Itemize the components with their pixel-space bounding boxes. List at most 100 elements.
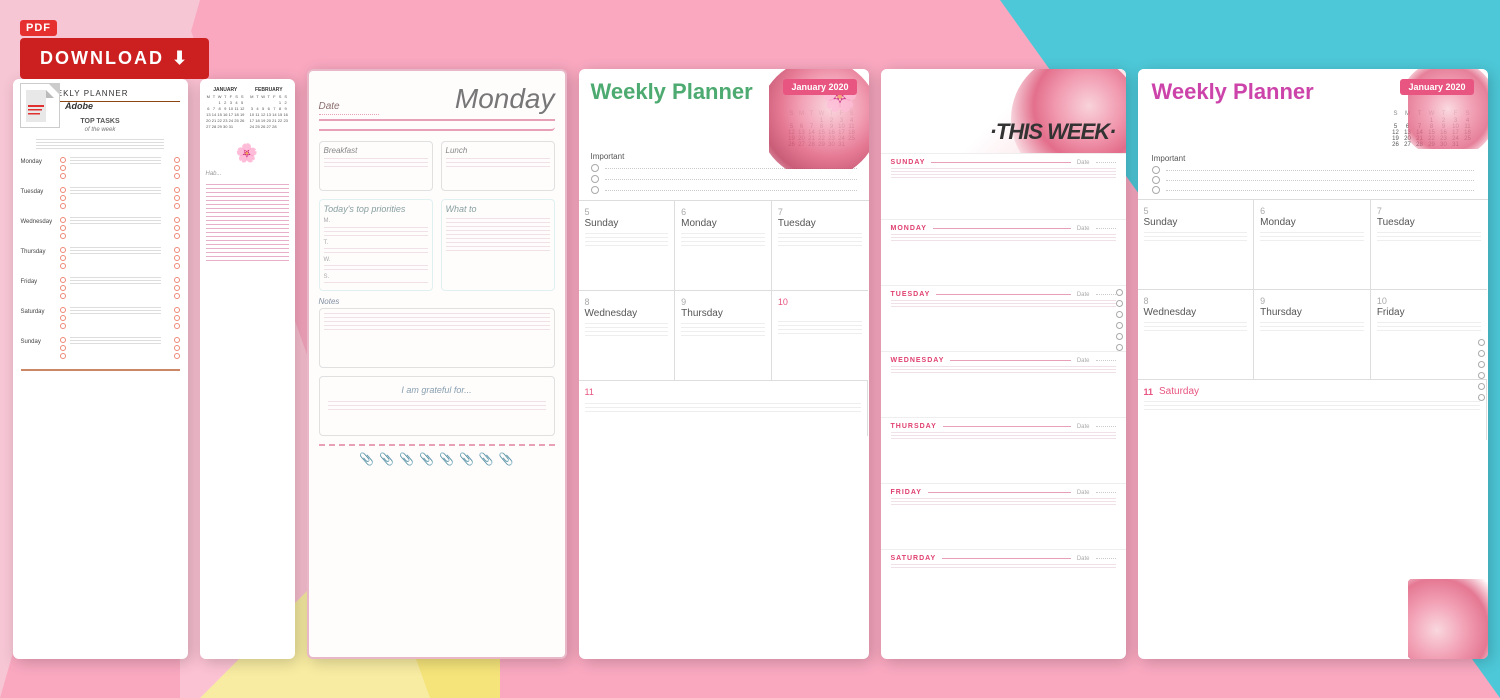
- doc1-thursday-label: Thursday: [21, 249, 56, 255]
- doc1-circle: [174, 165, 180, 171]
- doc1-line: [70, 223, 161, 224]
- doc1-thursday-row: Thursday: [21, 247, 180, 269]
- doc1-circle: [60, 255, 66, 261]
- doc3-meal-line: [446, 166, 550, 167]
- doc1-circle: [174, 293, 180, 299]
- doc3-meals: Breakfast Lunch: [319, 141, 555, 191]
- doc1-circle: [60, 157, 66, 163]
- doc1-tuesday-label: Tuesday: [21, 189, 56, 195]
- doc6-cell-thursday: 9 Thursday: [1254, 290, 1371, 380]
- doc3-notes-label: Notes: [319, 297, 555, 306]
- doc4-cell-8: 8 Wednesday: [579, 291, 676, 381]
- doc5-this-week-planner: ·THIS WEEK· SUNDAY Date MONDAY Date: [881, 69, 1126, 659]
- doc6-cell-tuesday: 7 Tuesday: [1371, 200, 1488, 290]
- doc1-line: [70, 217, 161, 218]
- doc4-cell-11: 11: [579, 381, 869, 436]
- doc1-line: [70, 310, 161, 311]
- pdf-download-section: PDF DOWNLOAD ⬇ Adobe: [20, 20, 209, 128]
- doc3-meal-line: [324, 166, 428, 167]
- doc1-circle: [60, 203, 66, 209]
- doc1-circle: [60, 315, 66, 321]
- doc1-circle: [60, 217, 66, 223]
- doc4-cell-10: 10: [772, 291, 869, 381]
- doc1-circle: [174, 285, 180, 291]
- doc1-circle: [60, 225, 66, 231]
- doc1-monday-row: Monday: [21, 157, 180, 179]
- doc1-line: [70, 157, 161, 158]
- doc1-line: [70, 313, 161, 314]
- doc3-meal-line: [446, 162, 550, 163]
- doc1-saturday-label: Saturday: [21, 309, 56, 315]
- doc1-wednesday-row: Wednesday: [21, 217, 180, 239]
- doc3-top-priorities-box: Today's top priorities M. T. W. S.: [319, 199, 433, 291]
- doc3-breakfast-label: Breakfast: [324, 146, 428, 155]
- doc1-circle: [60, 165, 66, 171]
- doc1-circle: [60, 353, 66, 359]
- doc1-line: [70, 340, 161, 341]
- doc6-important-section: Important: [1138, 151, 1488, 199]
- doc4-days-grid: 5 Sunday 6 Monday 7 Tuesday: [579, 200, 869, 436]
- doc5-saturday-row: SATURDAY Date: [881, 550, 1126, 590]
- doc1-circle: [60, 247, 66, 253]
- doc1-line: [70, 250, 161, 251]
- doc1-circle: [174, 337, 180, 343]
- download-text: DOWNLOAD: [40, 48, 164, 69]
- doc2-habit-tracker: JANUARY MTWTFSS 12345 6789101112 1314151…: [200, 79, 295, 659]
- doc1-circle: [174, 217, 180, 223]
- doc4-cell-sunday: 5 Sunday: [579, 201, 676, 291]
- doc1-circle: [174, 307, 180, 313]
- doc5-tuesday-row: TUESDAY Date: [881, 286, 1126, 352]
- doc1-circle: [174, 277, 180, 283]
- doc1-circle: [60, 187, 66, 193]
- doc4-title: Weekly Planner: [591, 79, 753, 105]
- doc5-this-week-text: ·THIS WEEK·: [990, 119, 1116, 145]
- doc4-cell-9: 9 Thursday: [675, 291, 772, 381]
- doc1-circle: [174, 195, 180, 201]
- doc4-cell-7: 7 Tuesday: [772, 201, 869, 291]
- doc1-circle: [174, 263, 180, 269]
- doc3-priorities: Today's top priorities M. T. W. S. What …: [319, 199, 555, 291]
- doc1-circle: [174, 353, 180, 359]
- doc3-meal-line: [324, 158, 428, 159]
- doc1-line: [70, 343, 161, 344]
- download-arrow-icon: ⬇: [172, 48, 189, 69]
- doc1-circle: [60, 293, 66, 299]
- documents-container: Adobe WEEKLY PLANNER week of : TOP TASKS…: [0, 0, 1500, 698]
- doc6-important-label: Important: [1152, 154, 1474, 163]
- doc3-top-priorities-label: Today's top priorities: [324, 204, 428, 214]
- doc1-line: [70, 160, 161, 161]
- doc6-cell-saturday: 11 Saturday: [1138, 380, 1488, 440]
- adobe-pdf-icon: [20, 83, 60, 128]
- doc6-right-circles: [1478, 339, 1485, 401]
- doc1-line: [70, 280, 161, 281]
- doc1-sunday-label: Sunday: [21, 339, 56, 345]
- doc1-line: [70, 163, 161, 164]
- doc1-line: [70, 220, 161, 221]
- doc4-weekly-planner-green: 🌸 Weekly Planner January 2020 SMTWTFS 12…: [579, 69, 869, 659]
- doc1-circle: [60, 285, 66, 291]
- adobe-area: Adobe: [20, 83, 93, 128]
- doc3-bottom-decoration: 📎 📎 📎 📎 📎 📎 📎 📎: [319, 444, 555, 466]
- doc1-circle: [174, 225, 180, 231]
- doc4-cell-monday: 6 Monday: [675, 201, 772, 291]
- download-button[interactable]: DOWNLOAD ⬇: [20, 38, 209, 79]
- doc3-day-title: Monday: [455, 83, 555, 115]
- doc5-wednesday-row: WEDNESDAY Date: [881, 352, 1126, 418]
- doc6-floral-bottom: [1408, 579, 1488, 659]
- doc1-line: [70, 187, 161, 188]
- doc1-circle: [60, 173, 66, 179]
- doc1-line: [70, 190, 161, 191]
- doc1-wednesday-label: Wednesday: [21, 219, 56, 225]
- doc3-breakfast-box: Breakfast: [319, 141, 433, 191]
- doc1-circle: [60, 337, 66, 343]
- doc1-line: [70, 193, 161, 194]
- doc4-month-badge: January 2020: [783, 79, 856, 95]
- doc1-circle: [174, 323, 180, 329]
- doc3-date-label: Date: [319, 101, 379, 115]
- doc6-month-badge: January 2020: [1400, 79, 1473, 95]
- doc6-cell-sunday: 5 Sunday: [1138, 200, 1255, 290]
- doc1-circle: [60, 195, 66, 201]
- doc1-circle: [174, 255, 180, 261]
- doc5-sunday-row: SUNDAY Date: [881, 154, 1126, 220]
- doc1-circle: [60, 323, 66, 329]
